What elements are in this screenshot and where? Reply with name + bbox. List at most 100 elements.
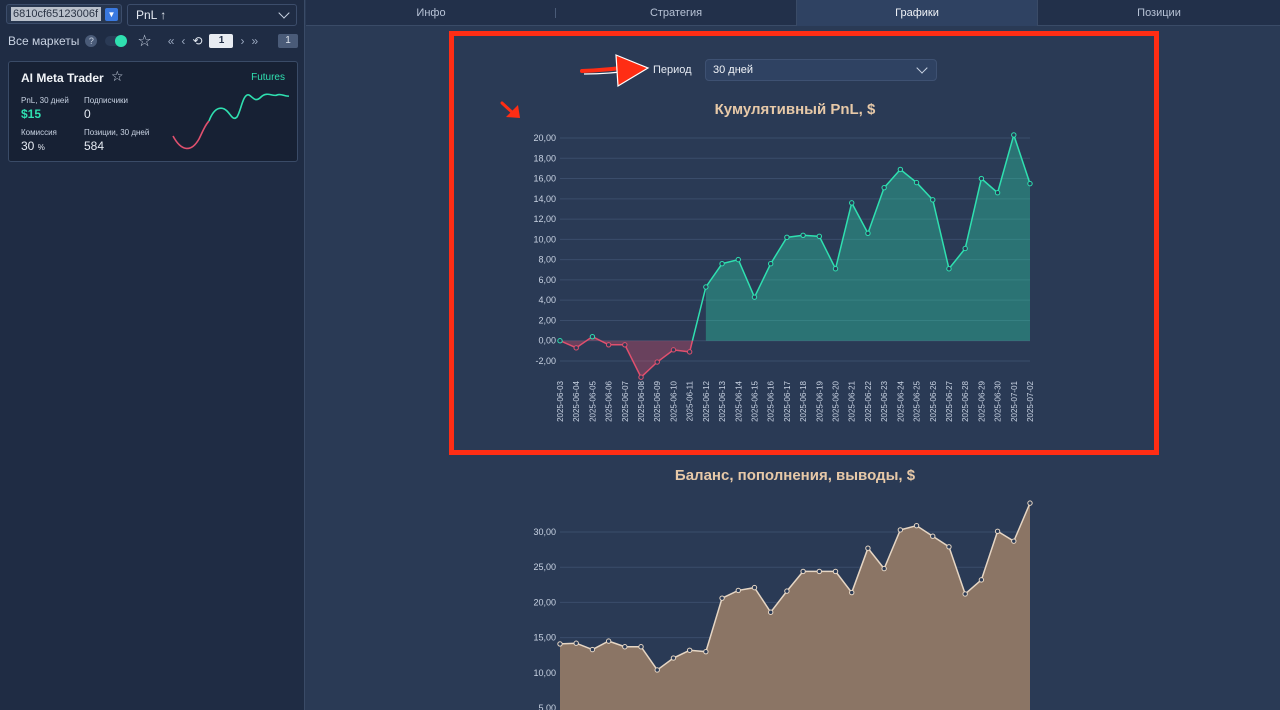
x-tick-label: 2025-06-11 [686, 380, 695, 421]
data-point [994, 528, 1001, 534]
data-point [849, 589, 855, 596]
x-tick-label: 2025-06-17 [783, 380, 792, 421]
balance-chart-title: Баланс, пополнения, выводы, $ [674, 467, 916, 484]
data-point [897, 527, 904, 533]
y-tick-label: 20,00 [533, 597, 556, 607]
pnl-chart: 20,00 18,00 16,00 14,00 12,00 10,00 8,00 6,00 4,… [533, 132, 1035, 422]
balance-chart: 30,00 25,00 20,00 15,00 10,00 5,00 [533, 500, 1033, 710]
data-point [913, 522, 920, 529]
y-tick-label: 14,00 [533, 194, 556, 204]
data-point [881, 184, 887, 191]
x-tick-label: 2025-06-22 [864, 380, 873, 421]
x-tick-label: 2025-06-26 [929, 380, 938, 421]
data-point [751, 294, 758, 300]
x-tick-label: 2025-06-24 [896, 380, 905, 421]
data-point [865, 230, 871, 236]
data-point [686, 647, 693, 653]
period-select-value: 30 дней [713, 64, 754, 76]
balance-area [560, 503, 1030, 710]
x-tick-label: 2025-06-13 [718, 380, 727, 421]
data-point [784, 588, 790, 594]
data-point [930, 197, 936, 203]
y-tick-label: 0,00 [538, 336, 556, 346]
y-tick-label: 12,00 [533, 214, 556, 224]
data-point [751, 584, 758, 591]
y-tick-label: 25,00 [533, 562, 556, 572]
data-point [605, 638, 612, 644]
data-point [1027, 180, 1033, 187]
data-point [622, 644, 628, 650]
data-point [557, 338, 563, 344]
x-tick-label: 2025-06-06 [605, 380, 614, 421]
data-point [1027, 500, 1033, 506]
data-point [670, 655, 677, 661]
data-point [962, 591, 968, 597]
data-point [703, 284, 709, 290]
data-point [913, 179, 920, 186]
data-point [589, 646, 596, 653]
data-point [897, 166, 904, 173]
data-point [816, 568, 823, 575]
x-tick-label: 2025-06-19 [815, 380, 824, 421]
data-point [686, 349, 693, 355]
data-point [849, 200, 855, 206]
data-point [670, 347, 677, 353]
data-point [962, 245, 968, 252]
data-point [573, 640, 579, 646]
x-tick-label: 2025-06-23 [880, 380, 889, 421]
x-tick-label: 2025-07-02 [1026, 380, 1035, 421]
period-select[interactable]: 30 дней [705, 59, 937, 81]
y-tick-label: 5,00 [538, 703, 556, 710]
y-tick-label: 18,00 [533, 153, 556, 163]
y-tick-label: 2,00 [538, 315, 556, 325]
data-point [605, 342, 612, 348]
data-point [573, 345, 579, 351]
data-point [719, 595, 725, 601]
data-point [622, 342, 628, 348]
y-tick-label: 8,00 [538, 255, 556, 265]
x-tick-label: 2025-06-09 [653, 380, 662, 421]
pnl-chart-title: Кумулятивный PnL, $ [714, 101, 876, 118]
x-tick-label: 2025-06-29 [977, 380, 986, 421]
data-point [735, 256, 741, 263]
x-tick-label: 2025-07-01 [1010, 380, 1019, 421]
x-tick-label: 2025-06-10 [669, 380, 678, 421]
x-tick-label: 2025-06-21 [848, 380, 857, 421]
data-point [735, 587, 741, 594]
data-point [638, 644, 644, 650]
x-tick-label: 2025-06-15 [750, 380, 759, 421]
data-point [638, 374, 644, 380]
data-point [832, 568, 839, 575]
x-tick-label: 2025-06-30 [994, 380, 1003, 421]
y-tick-label: 10,00 [533, 668, 556, 678]
data-point [654, 359, 660, 365]
data-point [1011, 132, 1017, 138]
data-point [865, 545, 871, 551]
x-tick-label: 2025-06-28 [961, 380, 970, 421]
x-tick-label: 2025-06-08 [637, 380, 646, 421]
period-label: Период [653, 64, 692, 76]
data-point [881, 565, 887, 572]
x-tick-label: 2025-06-14 [734, 380, 743, 421]
y-tick-label: 20,00 [533, 133, 556, 143]
data-point [767, 260, 774, 267]
data-point [1011, 538, 1017, 544]
x-tick-label: 2025-06-20 [832, 380, 841, 421]
data-point [654, 667, 660, 673]
x-tick-label: 2025-06-12 [702, 380, 711, 421]
data-point [800, 232, 806, 239]
x-tick-label: 2025-06-04 [572, 380, 581, 421]
chevron-down-icon [916, 62, 928, 74]
data-point [946, 544, 952, 550]
data-point [978, 577, 985, 583]
y-tick-label: 30,00 [533, 527, 556, 537]
y-tick-label: 4,00 [538, 295, 556, 305]
positive-area [705, 134, 1030, 341]
y-tick-label: 6,00 [538, 275, 556, 285]
data-point [994, 190, 1001, 196]
x-tick-label: 2025-06-18 [799, 380, 808, 421]
data-point [978, 175, 985, 182]
data-point [557, 641, 563, 647]
data-point [784, 234, 790, 241]
data-point [703, 648, 709, 655]
